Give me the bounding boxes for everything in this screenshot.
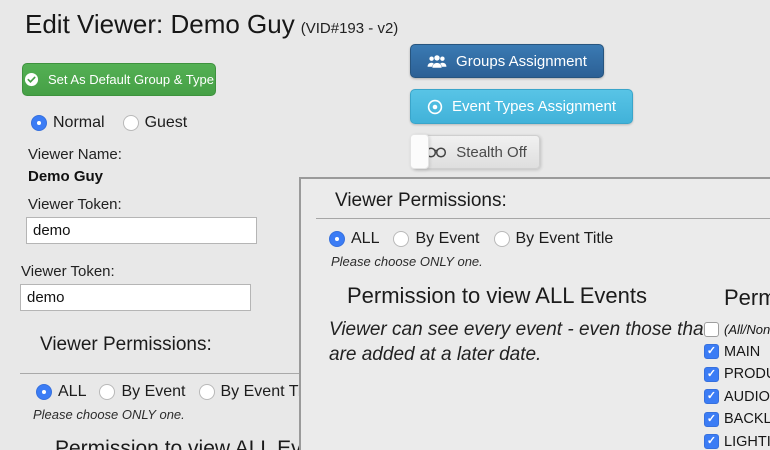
stealth-toggle-button[interactable]: Stealth Off <box>412 135 540 169</box>
panel-choose-note: Please choose ONLY one. <box>331 254 483 269</box>
radio-guest-control[interactable] <box>123 115 139 131</box>
radio-guest-label: Guest <box>145 114 188 132</box>
all-events-description: Viewer can see every event - even those … <box>329 317 711 368</box>
checkbox-production-label: PRODUCTION <box>724 366 770 382</box>
checkbox-backline-control[interactable]: ✓ <box>704 412 719 427</box>
viewer-permissions-panel: Viewer Permissions: ALL By Event By Even… <box>299 177 770 450</box>
panel-permission-radio-group: ALL By Event By Event Title <box>329 230 613 248</box>
left-radio-by-event-label: By Event <box>121 383 185 401</box>
set-default-group-type-button[interactable]: Set As Default Group & Type <box>22 63 216 96</box>
left-permission-radio-group: ALL By Event By Event Title <box>36 383 318 401</box>
all-events-heading: Permission to view ALL Events <box>347 283 647 309</box>
groups-assignment-label: Groups Assignment <box>456 53 587 70</box>
left-permissions-divider <box>20 373 299 374</box>
viewer-token-label: Viewer Token: <box>28 196 122 213</box>
check-circle-icon <box>24 72 39 87</box>
panel-radio-by-event-label: By Event <box>415 230 479 248</box>
checkbox-audio[interactable]: ✓ AUDIO <box>704 389 770 405</box>
radio-normal-control[interactable] <box>31 115 47 131</box>
viewer-id-suffix: (VID#193 - v2) <box>301 20 399 37</box>
left-choose-note: Please choose ONLY one. <box>33 407 185 422</box>
event-types-checkbox-list: (All/None) ✓ MAIN ✓ PRODUCTION ✓ AUDIO ✓… <box>704 322 770 450</box>
groups-assignment-button[interactable]: Groups Assignment <box>410 44 604 78</box>
panel-radio-by-event[interactable]: By Event <box>393 230 479 248</box>
viewer-type-radio-group: Normal Guest <box>31 114 187 132</box>
page-title: Edit Viewer: Demo Guy (VID#193 - v2) <box>25 9 398 40</box>
panel-right-column-heading: Permission <box>724 285 770 311</box>
users-icon <box>427 54 447 69</box>
left-radio-all-label: ALL <box>58 383 86 401</box>
checkbox-all-none-label: (All/None) <box>724 322 770 337</box>
checkbox-main-control[interactable]: ✓ <box>704 344 719 359</box>
panel-divider <box>316 218 770 219</box>
left-permissions-heading: Viewer Permissions: <box>40 334 212 356</box>
radio-normal-label: Normal <box>53 114 105 132</box>
viewer-name-value: Demo Guy <box>28 168 103 185</box>
viewer-name-label: Viewer Name: <box>28 146 122 163</box>
checkbox-backline-label: BACKLINE <box>724 411 770 427</box>
checkbox-lighting-label: LIGHTING <box>724 434 770 450</box>
left-radio-by-event[interactable]: By Event <box>99 383 185 401</box>
checkbox-audio-label: AUDIO <box>724 389 770 405</box>
left-radio-all-control[interactable] <box>36 384 52 400</box>
event-types-assignment-label: Event Types Assignment <box>452 98 616 115</box>
checkbox-lighting-control[interactable]: ✓ <box>704 434 719 449</box>
checkbox-audio-control[interactable]: ✓ <box>704 389 719 404</box>
checkbox-lighting[interactable]: ✓ LIGHTING <box>704 434 770 450</box>
panel-radio-by-event-control[interactable] <box>393 231 409 247</box>
panel-heading: Viewer Permissions: <box>335 190 507 212</box>
checkbox-main-label: MAIN <box>724 344 760 360</box>
panel-radio-by-event-title[interactable]: By Event Title <box>494 230 614 248</box>
panel-radio-by-event-title-control[interactable] <box>494 231 510 247</box>
viewer-token2-label: Viewer Token: <box>21 263 115 280</box>
stealth-label: Stealth Off <box>456 144 527 161</box>
checkbox-production-control[interactable]: ✓ <box>704 367 719 382</box>
radio-guest[interactable]: Guest <box>123 114 188 132</box>
viewer-token-input[interactable] <box>26 217 257 244</box>
left-radio-all[interactable]: ALL <box>36 383 86 401</box>
checkbox-production[interactable]: ✓ PRODUCTION <box>704 366 770 382</box>
checkbox-backline[interactable]: ✓ BACKLINE <box>704 411 770 427</box>
checkbox-main[interactable]: ✓ MAIN <box>704 344 770 360</box>
dot-circle-icon <box>427 99 443 115</box>
event-types-assignment-button[interactable]: Event Types Assignment <box>410 89 633 124</box>
left-radio-by-event-title-control[interactable] <box>199 384 215 400</box>
panel-radio-all[interactable]: ALL <box>329 230 379 248</box>
left-radio-by-event-control[interactable] <box>99 384 115 400</box>
edit-viewer-page: Edit Viewer: Demo Guy (VID#193 - v2) Set … <box>0 0 770 450</box>
viewer-token2-input[interactable] <box>20 284 251 311</box>
panel-radio-by-event-title-label: By Event Title <box>516 230 614 248</box>
radio-normal[interactable]: Normal <box>31 114 105 132</box>
page-title-text: Edit Viewer: Demo Guy <box>25 9 295 39</box>
checkbox-all-none-control[interactable] <box>704 322 719 337</box>
checkbox-all-none[interactable]: (All/None) <box>704 322 770 337</box>
panel-radio-all-label: ALL <box>351 230 379 248</box>
panel-radio-all-control[interactable] <box>329 231 345 247</box>
stealth-toggle-cap[interactable] <box>410 134 429 169</box>
set-default-label: Set As Default Group & Type <box>48 72 214 87</box>
